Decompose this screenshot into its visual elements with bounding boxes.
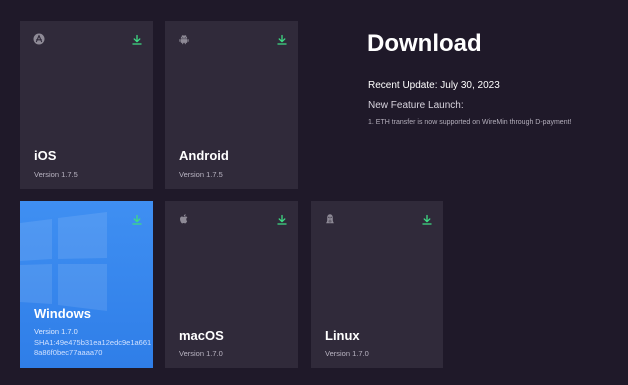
download-icon[interactable]	[131, 33, 143, 45]
feature-item: 1. ETH transfer is now supported on Wire…	[368, 119, 572, 126]
download-icon[interactable]	[131, 213, 143, 225]
windows-card[interactable]: Windows Version 1.7.0 SHA1:49e475b31ea12…	[20, 201, 153, 368]
linux-card[interactable]: Linux Version 1.7.0	[311, 201, 443, 368]
android-icon	[178, 33, 190, 45]
windows-label: Windows	[34, 306, 91, 321]
apple-icon	[178, 213, 190, 225]
ios-version: Version 1.7.5	[34, 170, 78, 179]
download-page: iOS Version 1.7.5 Android Version 1.7.5 …	[0, 0, 628, 385]
download-icon[interactable]	[421, 213, 433, 225]
download-icon[interactable]	[276, 213, 288, 225]
windows-version: Version 1.7.0	[34, 327, 78, 336]
android-card[interactable]: Android Version 1.7.5	[165, 21, 298, 189]
app-store-icon	[33, 33, 45, 45]
macos-label: macOS	[179, 328, 224, 343]
linux-label: Linux	[325, 328, 360, 343]
macos-version: Version 1.7.0	[179, 349, 223, 358]
download-icon[interactable]	[276, 33, 288, 45]
android-label: Android	[179, 148, 229, 163]
ios-card[interactable]: iOS Version 1.7.5	[20, 21, 153, 189]
feature-title: New Feature Launch:	[368, 100, 464, 111]
page-title: Download	[367, 30, 482, 57]
recent-update: Recent Update: July 30, 2023	[368, 80, 500, 91]
linux-icon	[324, 213, 336, 225]
android-version: Version 1.7.5	[179, 170, 223, 179]
macos-card[interactable]: macOS Version 1.7.0	[165, 201, 298, 368]
windows-sha1: SHA1:49e475b31ea12edc9e1a6618a86f0bec77a…	[34, 338, 152, 357]
linux-version: Version 1.7.0	[325, 349, 369, 358]
ios-label: iOS	[34, 148, 57, 163]
